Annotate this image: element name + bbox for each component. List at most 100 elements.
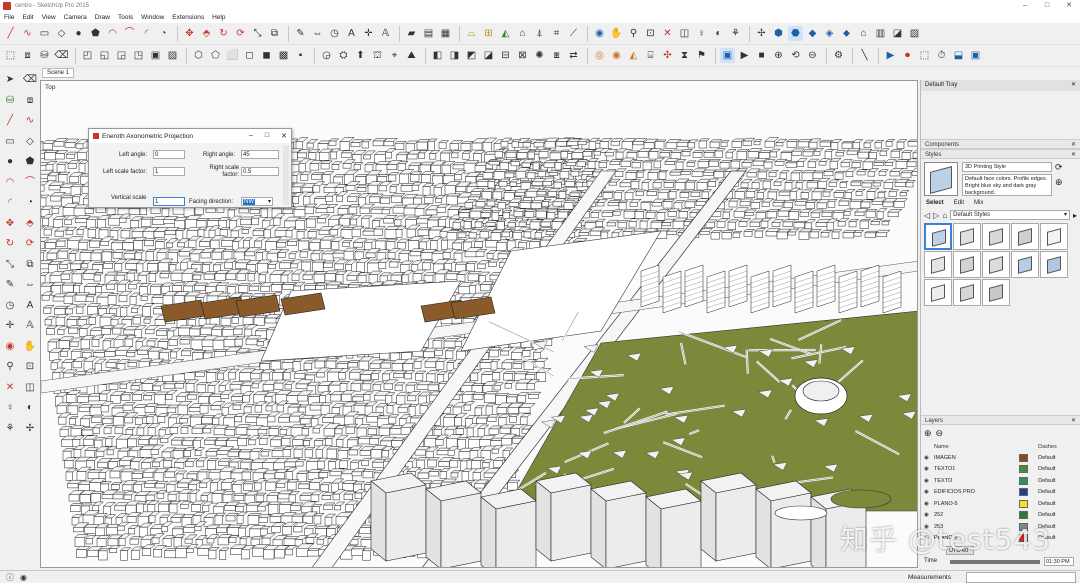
section-fill-icon[interactable]: ◨ <box>447 48 462 63</box>
match-photo-icon[interactable]: ◶ <box>319 48 334 63</box>
circle-tool-icon[interactable]: ● <box>71 26 86 41</box>
3d-text-left-icon[interactable]: 𝔸 <box>23 319 38 334</box>
layer-color-swatch[interactable] <box>1019 488 1029 497</box>
monochrome-icon[interactable]: ▪ <box>293 48 308 63</box>
menu-extensions[interactable]: Extensions <box>172 14 204 21</box>
right-scale-input[interactable]: 0.5 <box>241 167 279 176</box>
menu-view[interactable]: View <box>42 14 56 21</box>
right-view-icon[interactable]: ◆ <box>805 26 820 41</box>
3d-text-icon[interactable]: 𝔸 <box>378 26 393 41</box>
axes-tool-icon[interactable]: ✛ <box>361 26 376 41</box>
solid-union-icon[interactable]: ◲ <box>114 48 129 63</box>
close-icon[interactable]: ✕ <box>1071 416 1076 424</box>
intersect-faces-icon[interactable]: ⧆ <box>549 48 564 63</box>
paint-bucket-icon[interactable]: ⛁ <box>37 48 52 63</box>
look-around-icon[interactable]: ◐ <box>711 26 726 41</box>
run-icon[interactable]: ▶ <box>883 48 898 63</box>
layer-dashes[interactable]: Default <box>1038 464 1077 476</box>
close-icon[interactable]: ✕ <box>1071 140 1076 148</box>
rectangle-tool-icon[interactable]: ▭ <box>37 26 52 41</box>
layer-name[interactable]: TEXTO <box>934 475 1019 487</box>
line-tool-icon[interactable]: ╱ <box>3 26 18 41</box>
zoom-tool-icon[interactable]: ⚲ <box>626 26 641 41</box>
eraser-icon[interactable]: ⌫ <box>23 73 38 88</box>
scene-delete-icon[interactable]: ⊖ <box>805 48 820 63</box>
update-style-icon[interactable]: ⟳ <box>1055 162 1069 173</box>
paint-icon[interactable]: ⛁ <box>3 93 18 108</box>
rotated-rectangle-icon[interactable]: ◇ <box>54 26 69 41</box>
position-camera-icon[interactable]: ♀ <box>694 26 709 41</box>
zoom-extents-left-icon[interactable]: ✕ <box>3 380 18 395</box>
solid-split-icon[interactable]: ▨ <box>165 48 180 63</box>
unlock-icon[interactable]: ⊠ <box>515 48 530 63</box>
style-swatch[interactable] <box>953 279 981 306</box>
toggle-terrain-icon[interactable]: ⛰ <box>404 48 419 63</box>
visibility-eye-icon[interactable]: ◉ <box>924 498 934 510</box>
move-tool-icon[interactable]: ✥ <box>182 26 197 41</box>
home-icon[interactable]: ⌂ <box>942 211 947 220</box>
create-style-icon[interactable]: ⊕ <box>1055 177 1069 188</box>
left-scale-input[interactable]: 1 <box>153 167 185 176</box>
layer-color-cell[interactable] <box>1019 487 1038 499</box>
pie-icon[interactable]: ◔ <box>23 196 38 211</box>
close-icon[interactable]: ✕ <box>1071 150 1076 158</box>
back-arrow-icon[interactable]: ◁ <box>924 211 930 220</box>
menu-help[interactable]: Help <box>212 14 225 21</box>
perspective-icon[interactable]: ◪ <box>890 26 905 41</box>
reverse-faces-icon[interactable]: ⇄ <box>566 48 581 63</box>
rotate-icon[interactable]: ↻ <box>3 237 18 252</box>
freehand-icon[interactable]: ∿ <box>23 114 38 129</box>
pan-tool-icon[interactable]: ✋ <box>609 26 624 41</box>
xray-icon[interactable]: ⬡ <box>191 48 206 63</box>
dialog-scrollbar[interactable] <box>283 145 289 205</box>
protractor-icon[interactable]: ◷ <box>327 26 342 41</box>
move-icon[interactable]: ✥ <box>3 216 18 231</box>
style-swatch[interactable] <box>1011 251 1039 278</box>
sandbox-from-contours-icon[interactable]: ⌓ <box>464 26 479 41</box>
offset-icon[interactable]: ⧉ <box>23 257 38 272</box>
dimension-icon[interactable]: ⇔ <box>23 278 38 293</box>
solid-intersect-icon[interactable]: ◱ <box>97 48 112 63</box>
style-collection-select[interactable]: Default Styles ▾ <box>950 210 1070 220</box>
left-angle-input[interactable]: 0 <box>153 150 185 159</box>
eraser-tool-icon[interactable]: ⌫ <box>54 48 69 63</box>
facing-direction-select[interactable]: NW ▾ <box>241 197 273 206</box>
drape-icon[interactable]: ⍋ <box>532 26 547 41</box>
sandbox-from-scratch-icon[interactable]: ⊞ <box>481 26 496 41</box>
layer-color-swatch[interactable] <box>1019 465 1029 474</box>
hide-icon[interactable]: ◩ <box>464 48 479 63</box>
close-button[interactable]: ✕ <box>1058 0 1080 12</box>
menu-draw[interactable]: Draw <box>95 14 110 21</box>
style-swatch[interactable] <box>924 279 952 306</box>
extension-g-icon[interactable]: ⚑ <box>694 48 709 63</box>
layer-color-swatch[interactable] <box>1019 499 1029 508</box>
offset-tool-icon[interactable]: ⧉ <box>267 26 282 41</box>
layer-name[interactable]: TEXTO1 <box>934 464 1019 476</box>
lock-icon[interactable]: ⊟ <box>498 48 513 63</box>
make-component-icon[interactable]: ⧈ <box>20 48 35 63</box>
details-arrow-icon[interactable]: ▸ <box>1073 211 1077 220</box>
select-area-icon[interactable]: ⬚ <box>917 48 932 63</box>
component-icon[interactable]: ⧈ <box>23 93 38 108</box>
extension-c-icon[interactable]: ◭ <box>626 48 641 63</box>
screen-icon[interactable]: ▣ <box>968 48 983 63</box>
iso-view-icon[interactable]: ✢ <box>754 26 769 41</box>
layer-dashes[interactable]: Default <box>1038 498 1077 510</box>
tray-pin-icon[interactable]: ✕ <box>1071 80 1076 91</box>
layer-dashes[interactable]: Default <box>1038 487 1077 499</box>
extension-b-icon[interactable]: ◉ <box>609 48 624 63</box>
protractor-left-icon[interactable]: ◷ <box>3 298 18 313</box>
text-tool-icon[interactable]: A <box>344 26 359 41</box>
hidden-line-icon[interactable]: ◻ <box>242 48 257 63</box>
orbit-tool-icon[interactable]: ◉ <box>592 26 607 41</box>
layer-dashes[interactable]: Default <box>1038 452 1077 464</box>
style-swatch[interactable] <box>982 251 1010 278</box>
polygon-icon[interactable]: ⬟ <box>23 155 38 170</box>
scale-tool-icon[interactable]: ⤡ <box>250 26 265 41</box>
pan-icon[interactable]: ✋ <box>23 339 38 354</box>
record-icon[interactable]: ⏺ <box>900 48 915 63</box>
visibility-eye-icon[interactable]: ◉ <box>924 487 934 499</box>
axes-icon[interactable]: ✛ <box>3 319 18 334</box>
add-detail-icon[interactable]: ⌗ <box>549 26 564 41</box>
style-description-field[interactable]: Default face colors. Profile edges. Brig… <box>962 174 1052 196</box>
